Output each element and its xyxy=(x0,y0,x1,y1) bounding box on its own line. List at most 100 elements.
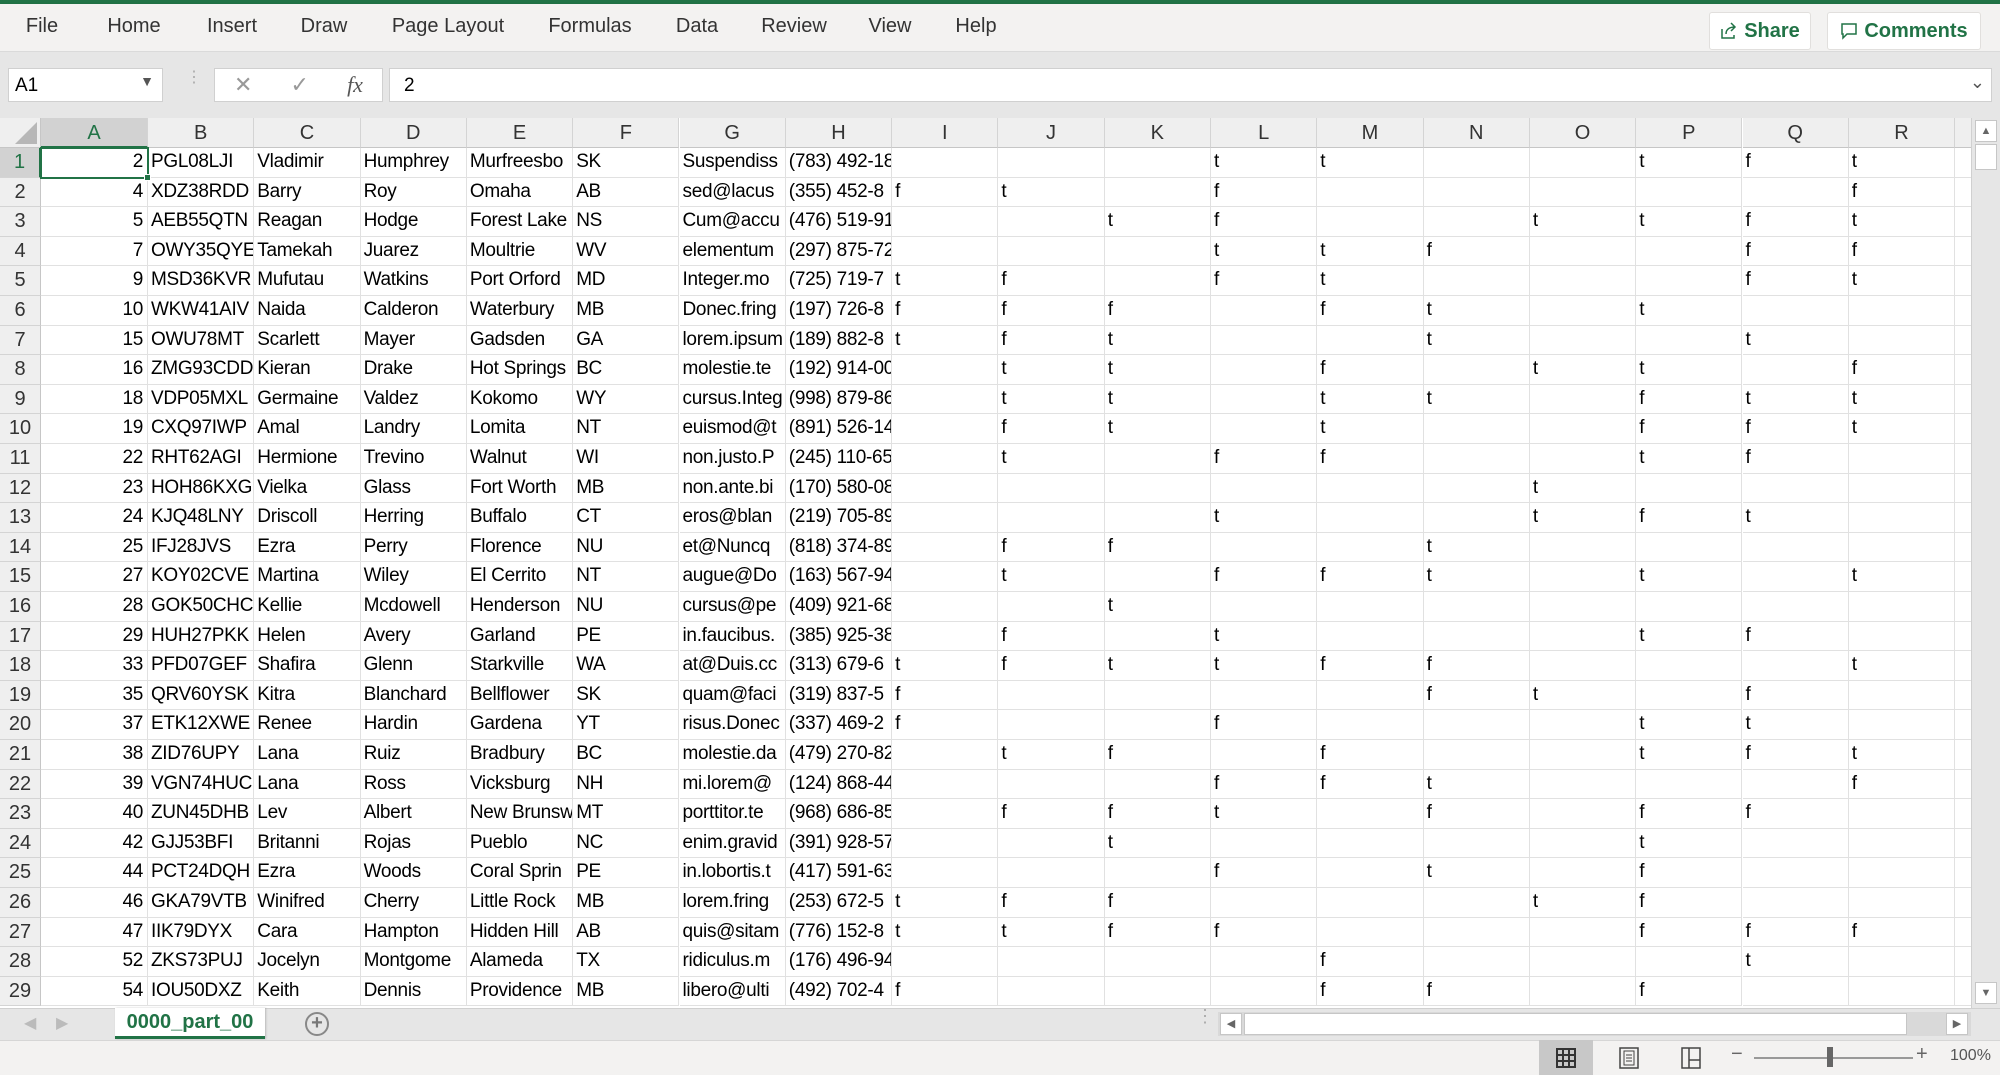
cell-R7[interactable] xyxy=(1848,325,1956,356)
cell-N8[interactable] xyxy=(1423,355,1530,385)
cell-C8[interactable]: Kieran xyxy=(254,355,361,385)
cell-O9[interactable] xyxy=(1529,384,1637,415)
column-header-i[interactable]: I xyxy=(892,118,999,148)
cell-R10[interactable]: t xyxy=(1848,414,1956,444)
cell-H20[interactable]: (337) 469-2 xyxy=(785,710,893,740)
cell-E15[interactable]: El Cerrito xyxy=(466,562,574,592)
cell-R22[interactable]: f xyxy=(1848,769,1956,800)
cell-M25[interactable] xyxy=(1317,858,1424,888)
page-break-view-button[interactable] xyxy=(1664,1040,1718,1075)
cell-O10[interactable] xyxy=(1529,414,1637,444)
cell-C22[interactable]: Lana xyxy=(254,769,361,800)
cell-L4[interactable]: t xyxy=(1211,236,1318,267)
cell-N14[interactable]: t xyxy=(1423,532,1530,563)
cell-C6[interactable]: Naida xyxy=(254,296,361,326)
cell-P24[interactable]: t xyxy=(1636,828,1743,859)
cell-I10[interactable] xyxy=(892,414,999,444)
cell-R24[interactable] xyxy=(1848,828,1956,859)
cell-partial-column[interactable] xyxy=(1955,237,1971,267)
cell-E18[interactable]: Starkville xyxy=(466,651,574,681)
cell-K23[interactable]: f xyxy=(1104,799,1211,829)
cell-L29[interactable] xyxy=(1211,976,1318,1007)
cell-N19[interactable]: f xyxy=(1423,680,1530,711)
cell-B13[interactable]: KJQ48LNY xyxy=(148,503,255,533)
cell-O27[interactable] xyxy=(1529,917,1637,948)
normal-view-button[interactable] xyxy=(1539,1040,1593,1075)
cell-L20[interactable]: f xyxy=(1211,710,1318,740)
cell-G12[interactable]: non.ante.bi xyxy=(679,473,786,504)
cell-R13[interactable] xyxy=(1848,503,1956,533)
cell-C21[interactable]: Lana xyxy=(254,740,361,770)
cell-H21[interactable]: (479) 270-8296 xyxy=(785,740,893,770)
cell-I3[interactable] xyxy=(892,207,999,237)
cell-R12[interactable] xyxy=(1848,473,1956,504)
cell-R5[interactable]: t xyxy=(1848,266,1956,296)
cell-C14[interactable]: Ezra xyxy=(254,532,361,563)
cell-P5[interactable] xyxy=(1636,266,1743,296)
cell-K8[interactable]: t xyxy=(1104,355,1211,385)
cell-I1[interactable] xyxy=(892,148,999,178)
cell-L7[interactable] xyxy=(1211,325,1318,356)
cell-R6[interactable] xyxy=(1848,296,1956,326)
cell-M11[interactable]: f xyxy=(1317,444,1424,474)
cell-partial-column[interactable] xyxy=(1955,533,1971,563)
cell-K27[interactable]: f xyxy=(1104,917,1211,948)
cell-H2[interactable]: (355) 452-8 xyxy=(785,177,893,208)
scroll-right-icon[interactable]: ▶ xyxy=(1946,1013,1968,1035)
cell-M10[interactable]: t xyxy=(1317,414,1424,444)
cell-D1[interactable]: Humphrey xyxy=(360,148,467,178)
cell-G27[interactable]: quis@sitam xyxy=(679,917,786,948)
cell-F5[interactable]: MD xyxy=(573,266,680,296)
cell-C5[interactable]: Mufutau xyxy=(254,266,361,296)
cell-N25[interactable]: t xyxy=(1423,858,1530,888)
cell-J28[interactable] xyxy=(998,947,1105,977)
cell-Q13[interactable]: t xyxy=(1742,503,1849,533)
cell-P4[interactable] xyxy=(1636,236,1743,267)
cell-L27[interactable]: f xyxy=(1211,917,1318,948)
menu-help[interactable]: Help xyxy=(955,15,996,38)
cell-P11[interactable]: t xyxy=(1636,444,1743,474)
cell-F15[interactable]: NT xyxy=(573,562,680,592)
cell-C9[interactable]: Germaine xyxy=(254,384,361,415)
menu-insert[interactable]: Insert xyxy=(207,15,257,38)
cell-partial-column[interactable] xyxy=(1955,918,1971,948)
cell-G8[interactable]: molestie.te xyxy=(679,355,786,385)
cell-P27[interactable]: f xyxy=(1636,917,1743,948)
cell-H18[interactable]: (313) 679-6 xyxy=(785,651,893,681)
cell-Q11[interactable]: f xyxy=(1742,444,1849,474)
cell-M17[interactable] xyxy=(1317,621,1424,652)
cell-J3[interactable] xyxy=(998,207,1105,237)
cell-P3[interactable]: t xyxy=(1636,207,1743,237)
cell-C17[interactable]: Helen xyxy=(254,621,361,652)
select-all-button[interactable] xyxy=(0,118,41,148)
cell-F11[interactable]: WI xyxy=(573,444,680,474)
cell-D3[interactable]: Hodge xyxy=(360,207,467,237)
cell-K19[interactable] xyxy=(1104,680,1211,711)
cell-R16[interactable] xyxy=(1848,592,1956,622)
cell-L11[interactable]: f xyxy=(1211,444,1318,474)
cell-L18[interactable]: t xyxy=(1211,651,1318,681)
cell-H14[interactable]: (818) 374-8925 xyxy=(785,532,893,563)
cell-P14[interactable] xyxy=(1636,532,1743,563)
cell-B6[interactable]: WKW41AIV xyxy=(148,296,255,326)
cell-H27[interactable]: (776) 152-8 xyxy=(785,917,893,948)
cell-I12[interactable] xyxy=(892,473,999,504)
column-header-b[interactable]: B xyxy=(148,118,255,148)
cell-E25[interactable]: Coral Sprin xyxy=(466,858,574,888)
cell-L2[interactable]: f xyxy=(1211,177,1318,208)
row-header-1[interactable]: 1 xyxy=(0,148,41,178)
cell-partial-column[interactable] xyxy=(1955,651,1971,681)
cell-J14[interactable]: f xyxy=(998,532,1105,563)
cell-B2[interactable]: XDZ38RDD xyxy=(148,177,255,208)
cell-O14[interactable] xyxy=(1529,532,1637,563)
cell-E20[interactable]: Gardena xyxy=(466,710,574,740)
column-header-q[interactable]: Q xyxy=(1742,118,1849,148)
cell-M22[interactable]: f xyxy=(1317,769,1424,800)
cell-F16[interactable]: NU xyxy=(573,592,680,622)
cell-O24[interactable] xyxy=(1529,828,1637,859)
cell-E29[interactable]: Providence xyxy=(466,976,574,1007)
cell-B14[interactable]: IFJ28JVS xyxy=(148,532,255,563)
cell-L15[interactable]: f xyxy=(1211,562,1318,592)
cell-H9[interactable]: (998) 879-8668 xyxy=(785,384,893,415)
menu-review[interactable]: Review xyxy=(761,15,827,38)
